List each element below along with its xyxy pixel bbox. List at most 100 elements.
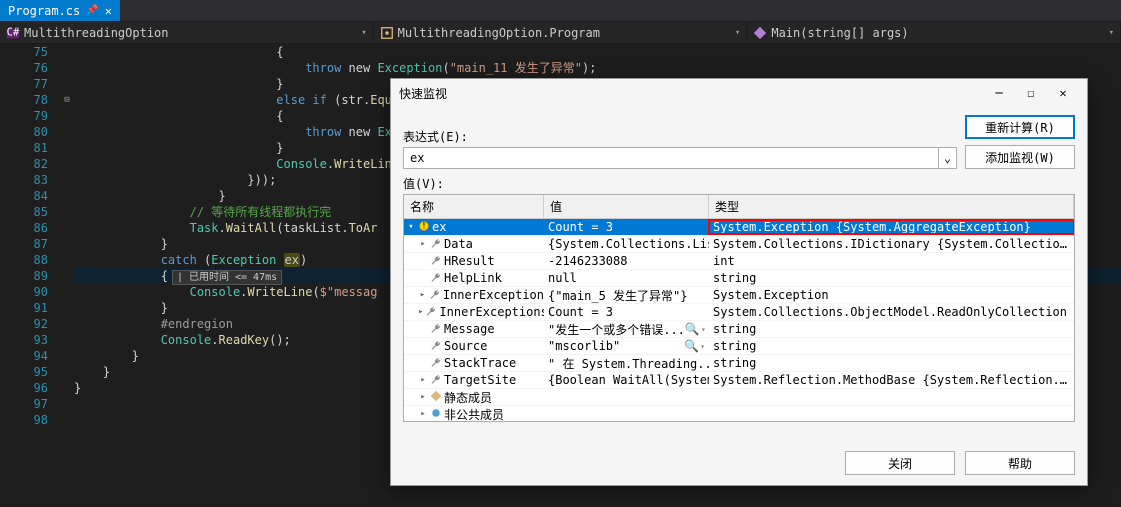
line-number: 80	[0, 124, 48, 140]
prop-type: System.Exception {System.AggregateExcept…	[709, 220, 1074, 234]
chevron-down-icon: ▾	[735, 28, 740, 38]
maximize-button[interactable]: ☐	[1015, 81, 1047, 105]
line-number: 94	[0, 348, 48, 364]
nav-project[interactable]: C# MultithreadingOption ▾	[0, 22, 374, 43]
prop-type: System.Reflection.MethodBase {System.Ref…	[709, 373, 1074, 387]
line-number: 84	[0, 188, 48, 204]
fold-toggle[interactable]: ⊟	[60, 92, 74, 108]
dialog-title: 快速监视	[399, 85, 983, 102]
prop-name: ex	[432, 220, 446, 234]
expand-toggle[interactable]: ▸	[418, 290, 427, 300]
prop-value: Count = 3	[548, 220, 613, 234]
chevron-down-icon: ▾	[1109, 28, 1114, 38]
close-button[interactable]: ✕	[1047, 81, 1079, 105]
help-button[interactable]: 帮助	[965, 451, 1075, 475]
exception-icon: !	[418, 220, 430, 235]
watch-row[interactable]: Message"发生一个或多个错误...🔍▾string	[404, 321, 1074, 338]
chevron-down-icon[interactable]: ⌄	[938, 148, 956, 168]
watch-row[interactable]: ▸ InnerExceptions Count = 3 System.Collecti…	[404, 304, 1074, 321]
prop-value: Count = 3	[548, 305, 613, 319]
line-number: 96	[0, 380, 48, 396]
prop-value: "发生一个或多个错误...	[548, 321, 685, 338]
prop-value: {"main_5 发生了异常"}	[548, 287, 687, 304]
nav-class[interactable]: MultithreadingOption.Program ▾	[374, 22, 748, 43]
close-icon[interactable]: ✕	[105, 4, 112, 18]
watch-row[interactable]: ▸InnerException{"main_5 发生了异常"}System.Ex…	[404, 287, 1074, 304]
nav-method[interactable]: Main(string[] args) ▾	[747, 22, 1121, 43]
line-number: 90	[0, 284, 48, 300]
grid-body: ▾!ex Count = 3 System.Exception {System.Ag…	[404, 219, 1074, 422]
visualizer-icon[interactable]: 🔍	[685, 322, 700, 336]
prop-name: Source	[444, 339, 487, 353]
reevaluate-button[interactable]: 重新计算(R)	[965, 115, 1075, 139]
chevron-down-icon[interactable]: ▾	[700, 342, 705, 351]
prop-type: System.Collections.ObjectModel.ReadOnlyC…	[709, 305, 1074, 319]
prop-name: Data	[444, 237, 473, 251]
expand-toggle[interactable]: ▸	[418, 375, 428, 385]
prop-type: System.Collections.IDictionary {System.C…	[709, 237, 1074, 251]
expand-toggle[interactable]: ▸	[418, 409, 428, 419]
watch-row[interactable]: StackTrace" 在 System.Threading....🔍▾stri…	[404, 355, 1074, 372]
watch-row[interactable]: Source"mscorlib"🔍▾string	[404, 338, 1074, 355]
file-tab[interactable]: Program.cs 📌 ✕	[0, 0, 120, 21]
pin-icon[interactable]: 📌	[86, 5, 98, 16]
watch-row[interactable]: ▸静态成员	[404, 389, 1074, 406]
line-number: 82	[0, 156, 48, 172]
fold-toggle	[60, 396, 74, 412]
watch-row[interactable]: HResult-2146233088int	[404, 253, 1074, 270]
header-type[interactable]: 类型	[709, 195, 1074, 218]
prop-type: string	[709, 356, 1074, 370]
expand-toggle[interactable]: ▾	[406, 222, 416, 232]
watch-row[interactable]: ▸非公共成员	[404, 406, 1074, 422]
line-number: 95	[0, 364, 48, 380]
visualizer-icon[interactable]: 🔍	[684, 339, 699, 353]
expand-toggle[interactable]: ▸	[418, 239, 428, 249]
expand-toggle[interactable]: ▸	[418, 307, 423, 317]
fold-toggle	[60, 236, 74, 252]
watch-row[interactable]: HelpLinknullstring	[404, 270, 1074, 287]
line-number: 93	[0, 332, 48, 348]
watch-row[interactable]: ▾!ex Count = 3 System.Exception {System.Ag…	[404, 219, 1074, 236]
fold-toggle	[60, 156, 74, 172]
fold-toggle	[60, 108, 74, 124]
fold-toggle	[60, 380, 74, 396]
prop-type: string	[709, 339, 1074, 353]
perf-tip[interactable]: | 已用时间 <= 47ms	[172, 270, 282, 285]
prop-name: HelpLink	[444, 271, 502, 285]
watch-row[interactable]: ▸TargetSite{Boolean WaitAll(System.Thre.…	[404, 372, 1074, 389]
fold-column: ⊟	[60, 44, 74, 507]
method-icon	[753, 26, 767, 40]
line-number: 75	[0, 44, 48, 60]
minimize-button[interactable]: ─	[983, 81, 1015, 105]
fold-toggle	[60, 220, 74, 236]
prop-value: {Boolean WaitAll(System.Thre...	[548, 373, 709, 387]
header-name[interactable]: 名称	[404, 195, 544, 218]
expression-label: 表达式(E):	[403, 128, 957, 145]
header-value[interactable]: 值	[544, 195, 709, 218]
line-number: 78	[0, 92, 48, 108]
prop-name: InnerException	[443, 288, 544, 302]
code-line[interactable]: {	[74, 44, 1121, 60]
fold-toggle	[60, 332, 74, 348]
watch-grid[interactable]: 名称 值 类型 ▾!ex Count = 3 System.Exception {S…	[403, 194, 1075, 422]
add-watch-button[interactable]: 添加监视(W)	[965, 145, 1075, 169]
expression-combobox[interactable]: ⌄	[403, 147, 957, 169]
fold-toggle	[60, 76, 74, 92]
close-dialog-button[interactable]: 关闭	[845, 451, 955, 475]
line-number: 97	[0, 396, 48, 412]
wrench-icon	[430, 340, 442, 352]
tab-bar: Program.cs 📌 ✕	[0, 0, 1121, 22]
line-number: 83	[0, 172, 48, 188]
nav-method-label: Main(string[] args)	[771, 26, 908, 40]
chevron-down-icon[interactable]: ▾	[701, 325, 706, 334]
prop-type: int	[709, 254, 1074, 268]
expand-toggle[interactable]: ▸	[418, 392, 428, 402]
line-number: 87	[0, 236, 48, 252]
expression-input[interactable]	[404, 148, 938, 168]
wrench-icon	[430, 374, 442, 386]
fold-toggle	[60, 172, 74, 188]
watch-row[interactable]: ▸Data{System.Collections.ListDictio...Sy…	[404, 236, 1074, 253]
prop-name: InnerExceptions	[439, 305, 544, 319]
wrench-icon	[430, 272, 442, 284]
code-line[interactable]: throw new Exception("main_11 发生了异常");	[74, 60, 1121, 76]
